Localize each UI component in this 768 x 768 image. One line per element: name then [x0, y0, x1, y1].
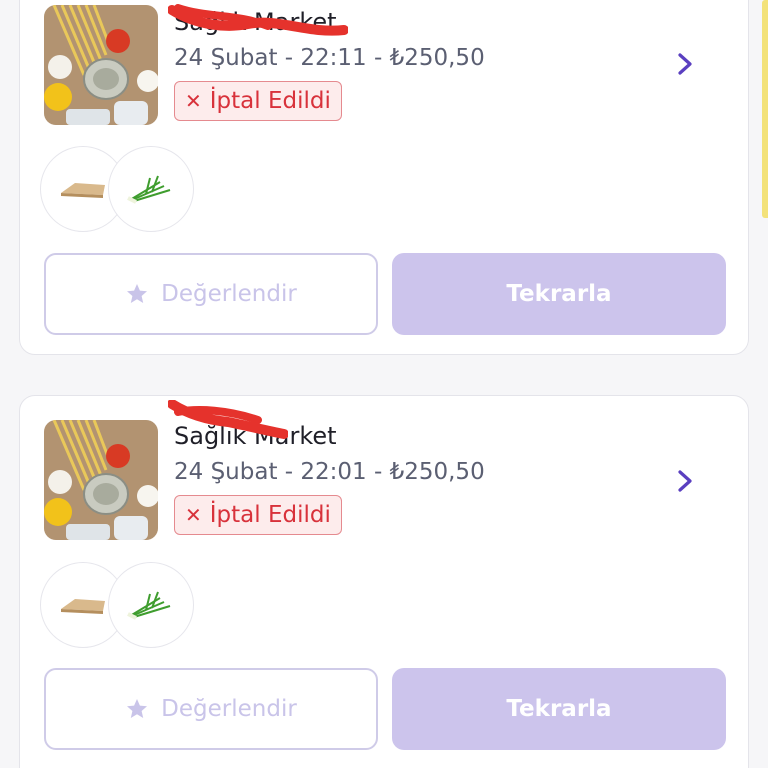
chevron-right-icon[interactable] [674, 53, 696, 75]
store-name: Sağlık Market [168, 400, 485, 452]
side-accent-bar [762, 0, 768, 218]
item-green-onion [108, 562, 194, 648]
star-icon [127, 284, 148, 303]
orders-page: Sağlık Market 24 Şubat - 22:11 - ₺250,50… [0, 0, 768, 768]
rate-button[interactable]: Değerlendir [44, 253, 378, 335]
order-info: Sağlık Market 24 Şubat - 22:11 - ₺250,50… [168, 4, 485, 121]
bread-icon [61, 599, 105, 614]
rate-button-label: Değerlendir [161, 696, 297, 722]
star-icon [127, 699, 148, 718]
bread-icon [61, 183, 105, 198]
rate-button[interactable]: Değerlendir [44, 668, 378, 750]
redaction-scribble [168, 4, 348, 36]
order-meta: 24 Şubat - 22:11 - ₺250,50 [174, 45, 485, 71]
repeat-button-label: Tekrarla [506, 281, 612, 307]
store-name: Sağlık Market [168, 4, 485, 38]
item-green-onion [108, 146, 194, 232]
store-thumbnail [44, 5, 158, 125]
green-onion-icon [127, 591, 171, 620]
repeat-button[interactable]: Tekrarla [392, 668, 726, 750]
repeat-button[interactable]: Tekrarla [392, 253, 726, 335]
order-card[interactable]: Sağlık Market 24 Şubat - 22:01 - ₺250,50… [19, 395, 749, 768]
order-meta: 24 Şubat - 22:01 - ₺250,50 [174, 459, 485, 485]
order-items [40, 562, 194, 648]
order-info: Sağlık Market 24 Şubat - 22:01 - ₺250,50… [168, 400, 485, 535]
store-thumbnail [44, 420, 158, 540]
redaction-scribble [168, 400, 288, 439]
repeat-button-label: Tekrarla [506, 696, 612, 722]
rate-button-label: Değerlendir [161, 281, 297, 307]
close-icon: ✕ [185, 503, 202, 527]
chevron-right-icon[interactable] [674, 470, 696, 492]
close-icon: ✕ [185, 89, 202, 113]
order-card[interactable]: Sağlık Market 24 Şubat - 22:11 - ₺250,50… [19, 0, 749, 355]
status-text: İptal Edildi [209, 88, 331, 114]
status-text: İptal Edildi [209, 502, 331, 528]
order-items [40, 146, 194, 232]
status-badge: ✕ İptal Edildi [174, 495, 342, 535]
status-badge: ✕ İptal Edildi [174, 81, 342, 121]
green-onion-icon [127, 175, 171, 204]
